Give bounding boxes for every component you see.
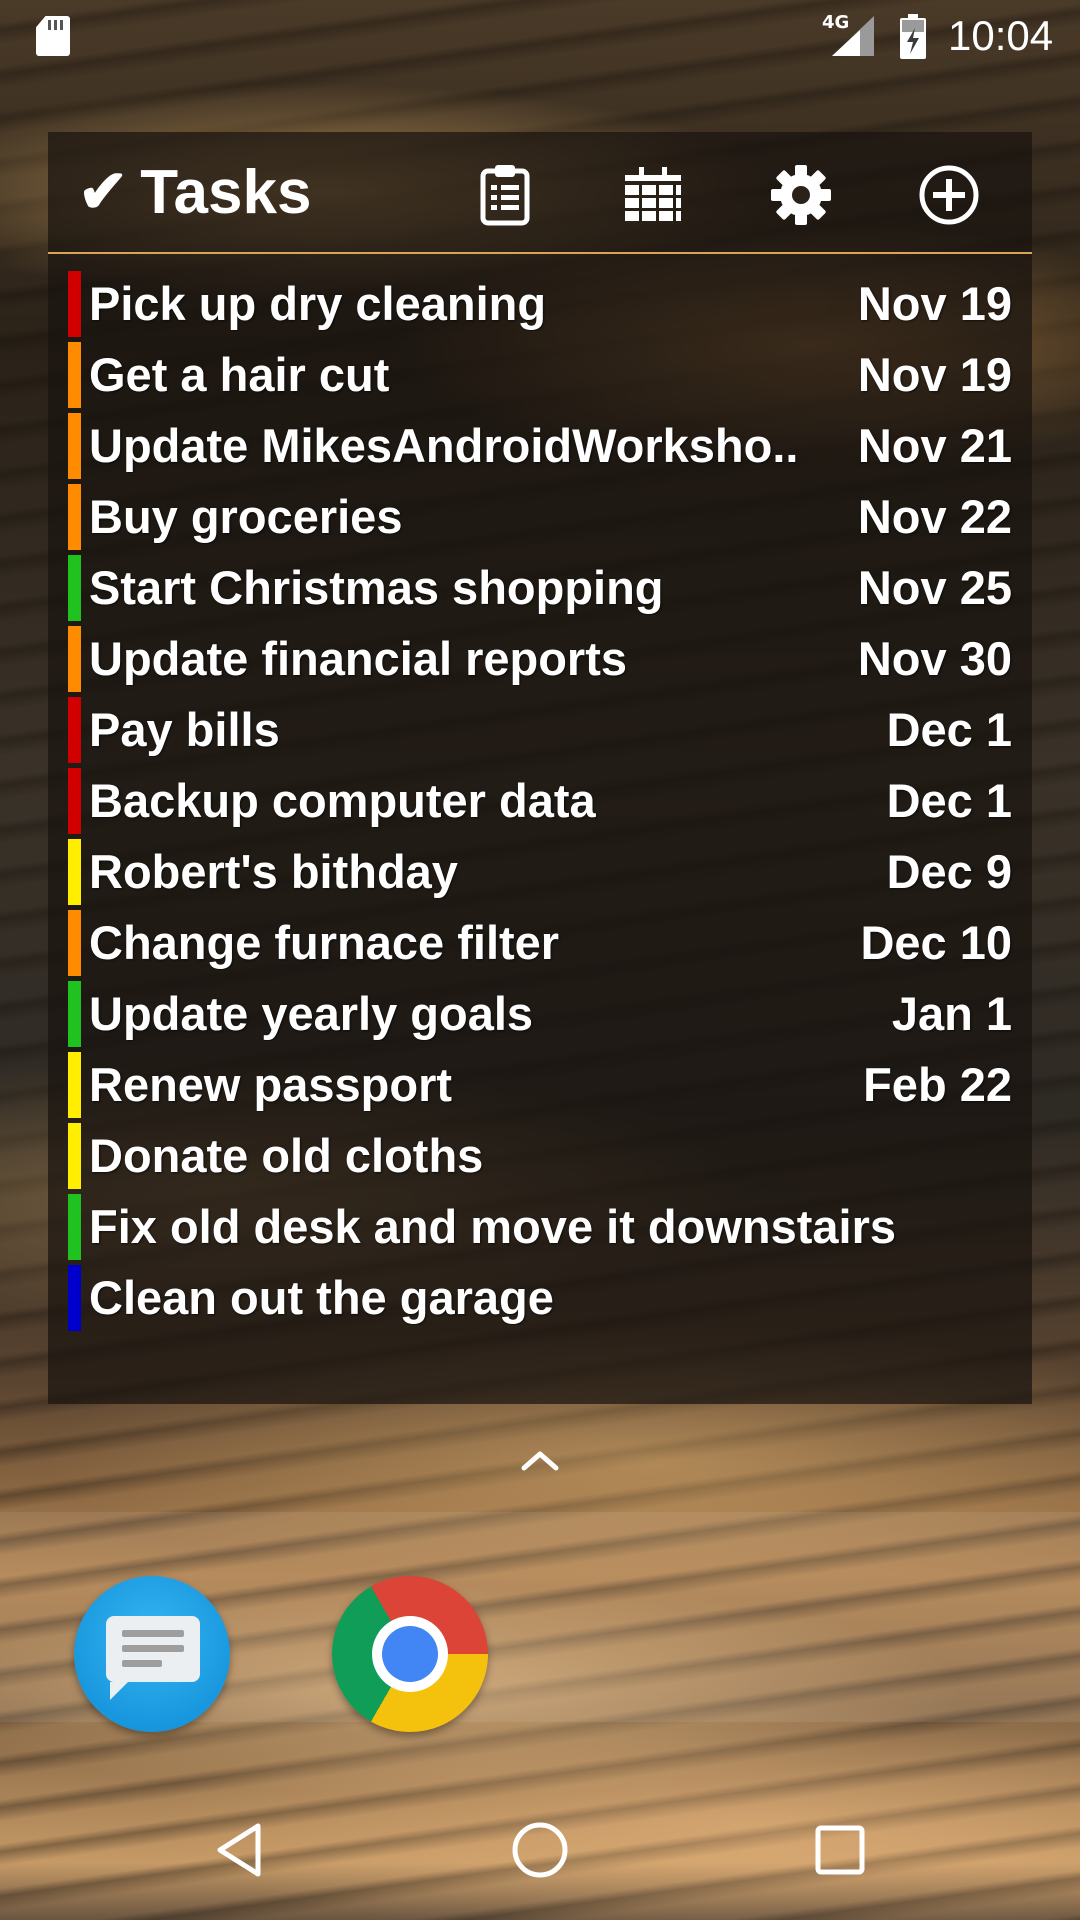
task-row[interactable]: Pay bills Dec 1 — [68, 694, 1012, 765]
clipboard-button[interactable] — [470, 162, 540, 228]
widget-title[interactable]: ✔ Tasks — [78, 154, 311, 230]
priority-bar — [68, 767, 81, 834]
back-triangle-icon — [217, 1823, 261, 1877]
add-circle-icon — [919, 165, 979, 225]
messages-app-icon[interactable] — [74, 1576, 230, 1732]
clipboard-icon — [480, 165, 530, 226]
task-due-date: Dec 1 — [886, 703, 1012, 756]
priority-bar — [68, 1264, 81, 1331]
status-clock: 10:04 — [948, 12, 1054, 59]
priority-bar — [68, 1193, 81, 1260]
task-name: Change furnace filter — [89, 916, 560, 969]
task-due-date: Dec 1 — [886, 774, 1012, 827]
chrome-app-icon[interactable] — [332, 1576, 488, 1732]
task-list: Pick up dry cleaning Nov 19 Get a hair cut… — [68, 268, 1012, 1333]
task-row[interactable]: Change furnace filter Dec 10 — [68, 907, 1012, 978]
task-name: Pay bills — [89, 703, 280, 756]
checkmark-icon: ✔ — [78, 158, 129, 225]
task-due-date: Nov 21 — [857, 419, 1012, 472]
task-name: Start Christmas shopping — [89, 561, 664, 614]
task-name: Clean out the garage — [89, 1271, 554, 1324]
task-name: Update MikesAndroidWorksho.. — [89, 419, 799, 472]
task-name: Backup computer data — [89, 774, 596, 827]
tasks-widget: ✔ Tasks Pick up dry cleaning Nov 19 Get … — [48, 132, 1032, 1404]
task-name: Fix old desk and move it downstairs — [89, 1200, 897, 1253]
task-name: Update yearly goals — [89, 987, 534, 1040]
task-row[interactable]: Update financial reports Nov 30 — [68, 623, 1012, 694]
task-due-date: Nov 19 — [857, 348, 1012, 401]
gear-icon — [771, 165, 831, 225]
task-row[interactable]: Fix old desk and move it downstairs — [68, 1191, 1012, 1262]
task-due-date: Dec 10 — [860, 916, 1012, 969]
task-due-date: Nov 30 — [857, 632, 1012, 685]
sd-card-icon — [36, 16, 70, 56]
task-name: Update financial reports — [89, 632, 627, 685]
task-due-date: Feb 22 — [863, 1058, 1012, 1111]
priority-bar — [68, 483, 81, 550]
add-task-button[interactable] — [914, 162, 984, 228]
priority-bar — [68, 341, 81, 408]
priority-bar — [68, 838, 81, 905]
widget-title-label: Tasks — [140, 157, 312, 227]
battery-charging-icon — [900, 14, 926, 59]
task-name: Donate old cloths — [89, 1129, 484, 1182]
task-row[interactable]: Backup computer data Dec 1 — [68, 765, 1012, 836]
widget-header: ✔ Tasks — [48, 132, 1032, 254]
task-row[interactable]: Pick up dry cleaning Nov 19 — [68, 268, 1012, 339]
dock — [0, 1512, 1080, 1732]
task-row[interactable]: Get a hair cut Nov 19 — [68, 339, 1012, 410]
priority-bar — [68, 625, 81, 692]
task-row[interactable]: Buy groceries Nov 22 — [68, 481, 1012, 552]
task-due-date: Nov 25 — [857, 561, 1012, 614]
task-row[interactable]: Renew passport Feb 22 — [68, 1049, 1012, 1120]
task-name: Renew passport — [89, 1058, 453, 1111]
task-due-date: Nov 22 — [857, 490, 1012, 543]
priority-bar — [68, 980, 81, 1047]
message-bubble-icon — [106, 1616, 200, 1700]
calendar-icon — [625, 167, 681, 221]
task-row[interactable]: Robert's bithday Dec 9 — [68, 836, 1012, 907]
chrome-logo-icon — [382, 1626, 438, 1682]
calendar-button[interactable] — [618, 162, 688, 228]
task-due-date: Nov 19 — [857, 277, 1012, 330]
task-row[interactable]: Clean out the garage — [68, 1262, 1012, 1333]
task-due-date: Jan 1 — [891, 987, 1012, 1040]
task-name: Robert's bithday — [89, 845, 458, 898]
task-name: Get a hair cut — [89, 348, 390, 401]
task-due-date: Dec 9 — [886, 845, 1012, 898]
task-row[interactable]: Donate old cloths — [68, 1120, 1012, 1191]
priority-bar — [68, 554, 81, 621]
priority-bar — [68, 270, 81, 337]
status-bar: 4G 10:04 — [0, 0, 1080, 75]
task-name: Pick up dry cleaning — [89, 277, 547, 330]
task-row[interactable]: Update yearly goals Jan 1 — [68, 978, 1012, 1049]
home-circle-icon — [512, 1822, 568, 1878]
priority-bar — [68, 909, 81, 976]
home-button[interactable] — [490, 1800, 590, 1900]
task-row[interactable]: Start Christmas shopping Nov 25 — [68, 552, 1012, 623]
task-name: Buy groceries — [89, 490, 403, 543]
recents-square-icon — [815, 1825, 865, 1875]
priority-bar — [68, 1051, 81, 1118]
back-button[interactable] — [190, 1800, 290, 1900]
cell-signal-icon — [832, 16, 874, 56]
task-row[interactable]: Update MikesAndroidWorksho.. Nov 21 — [68, 410, 1012, 481]
recents-button[interactable] — [790, 1800, 890, 1900]
priority-bar — [68, 412, 81, 479]
chevron-up-icon[interactable] — [516, 1444, 564, 1474]
priority-bar — [68, 696, 81, 763]
navigation-bar — [0, 1776, 1080, 1920]
settings-button[interactable] — [766, 162, 836, 228]
priority-bar — [68, 1122, 81, 1189]
